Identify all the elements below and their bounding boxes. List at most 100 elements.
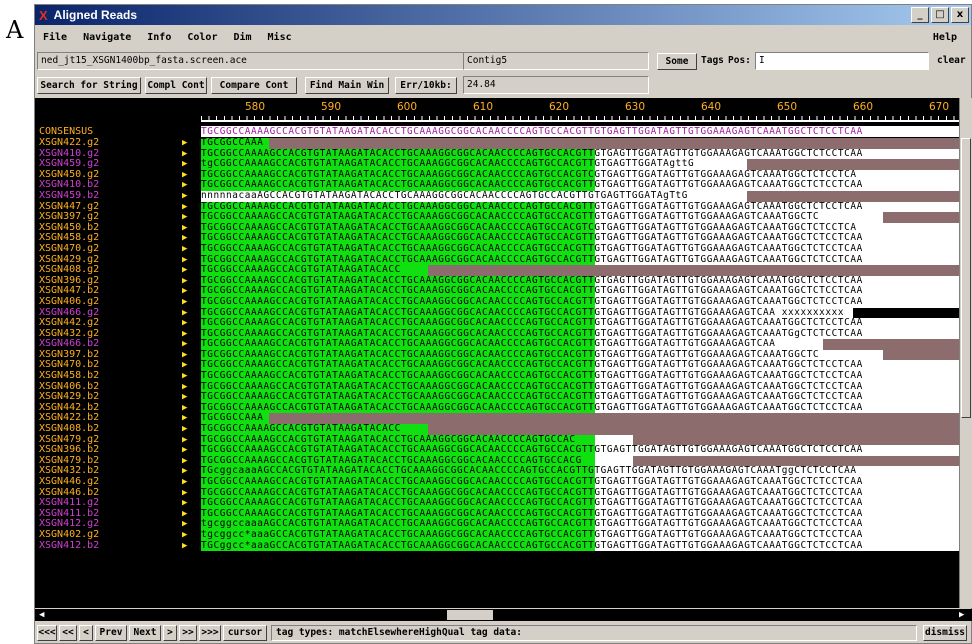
menu-color[interactable]: Color (187, 32, 217, 43)
horizontal-scroll-thumb[interactable] (447, 610, 493, 620)
dismiss-button[interactable]: dismiss (923, 625, 967, 641)
nav-last-button[interactable]: >>> (199, 625, 221, 641)
compare-cont-button[interactable]: Compare Cont (211, 77, 297, 94)
read-row[interactable]: XSGN466.b2 ▶ TGCGGCCAAAAGCCACGTGTATAAGATAC… (35, 339, 959, 350)
read-sequence[interactable]: TGCGGCCAAAAGCCACGTGTATAAGATACACCTGCAAAGG… (201, 339, 959, 350)
read-row[interactable]: XSGN429.g2 ▶ TGCGGCCAAAAGCCACGTGTATAAGATAC… (35, 254, 959, 266)
read-sequence[interactable]: tgcggcc*aaaGCCACGTGTATAAGATACACCTGCAAAGG… (201, 530, 959, 541)
read-row[interactable]: XSGN406.g2 ▶ TGCGGCCAAAAGCCACGTGTATAAGATAC… (35, 296, 959, 308)
read-name[interactable]: XSGN459.b2 (39, 190, 99, 202)
cursor-button[interactable]: cursor (223, 625, 267, 641)
read-row[interactable]: XSGN422.b2 ▶ TGCGGCCAAA (35, 413, 959, 425)
read-row[interactable]: XSGN470.b2 ▶ TGCGGCCAAAAGCCACGTGTATAAGATAC… (35, 360, 959, 372)
read-row[interactable]: XSGN450.b2 ▶ TGCGGCCAAAAGCCACGTGTATAAGATAC… (35, 222, 959, 234)
read-row[interactable]: XSGN411.b2 ▶ TGCGGCCAAAAGCCACGTGTATAAGATAC… (35, 508, 959, 520)
read-row[interactable]: XSGN442.b2 ▶ TGCGGCCAAAAGCCACGTGTATAAGATAC… (35, 402, 959, 414)
read-name[interactable]: XSGN446.g2 (39, 476, 99, 488)
read-row[interactable]: XSGN432.g2 ▶ TGCGGCCAAAAGCCACGTGTATAAGATAC… (35, 328, 959, 340)
minimize-button[interactable]: _ (911, 7, 929, 23)
read-sequence[interactable]: TGCGGCCAAAAGCCACGTGTATAAGATACACCTGCAAAGG… (201, 456, 959, 467)
read-sequence[interactable]: TGCGGCCAAAAGCCACGTGTATAAGATACACCTGCAAAGG… (201, 360, 959, 371)
read-sequence[interactable]: TGCGGCCAAAAGCCACGTGTATAAGATACACCTGCAAAGG… (201, 233, 959, 244)
read-sequence[interactable]: TGCGGCCAAAAGCCACGTGTATAAGATACACCTGCAAAGG… (201, 308, 959, 319)
read-row[interactable]: XSGN397.b2 ▶ TGCGGCCAAAAGCCACGTGTATAAGATAC… (35, 349, 959, 361)
read-sequence[interactable]: TGCGGCCAAAAGCCACGTGTATAAGATACACCTGCAAAGG… (201, 435, 959, 446)
read-row[interactable]: XSGN412.b2 ▶ TGCggcc*aaaGCCACGTGTATAAGATAC… (35, 540, 959, 552)
read-row[interactable]: XSGN458.g2 ▶ TGCGGCCAAAAGCCACGTGTATAAGATAC… (35, 233, 959, 244)
read-sequence[interactable]: nnnnnacaaAGCCACGTGTATAAGATACACCTGCAAAGGC… (201, 191, 959, 202)
read-sequence[interactable]: TGCGGCCAAAAGCCACGTGTATAAGATACACCTGCAAAGG… (201, 297, 959, 308)
nav-forward-page-button[interactable]: >> (179, 625, 197, 641)
menu-dim[interactable]: Dim (233, 32, 251, 43)
read-sequence[interactable]: TGCGGCCAAAAGCCACGTGTATAAGATACACCTGCAAAGG… (201, 488, 959, 499)
menu-navigate[interactable]: Navigate (83, 32, 131, 43)
read-sequence[interactable]: TGCGGCCAAAAGCCACGTGTATAAGATACACCTGCAAAGG… (201, 509, 959, 520)
read-sequence[interactable]: tgCGGCCAAAAGCCACGTGTATAAGATACACCTGCAAAGG… (201, 159, 959, 170)
read-sequence[interactable]: TGCGGCCAAAAGCCACGTGTATAAGATACACCTGCAAAGG… (201, 403, 959, 414)
read-row[interactable]: XSGN410.b2 ▶ TGCGGCCAAAAGCCACGTGTATAAGATAC… (35, 180, 959, 191)
menu-help[interactable]: Help (933, 32, 957, 43)
read-row[interactable]: XSGN459.g2 ▶ tgCGGCCAAAAGCCACGTGTATAAGATAC… (35, 159, 959, 170)
read-row[interactable]: XSGN466.g2 ▶ TGCGGCCAAAAGCCACGTGTATAAGATAC… (35, 307, 959, 319)
read-row[interactable]: XSGN408.g2 ▶ TGCGGCCAAAAGCCACGTGTATAAGATAC… (35, 265, 959, 276)
read-row[interactable]: XSGN412.g2 ▶ tgcggccaaaAGCCACGTGTATAAGATAC… (35, 519, 959, 530)
consensus-sequence[interactable]: TGCGGCCAAAAGCCACGTGTATAAGATACACCTGCAAAGG… (201, 126, 959, 137)
read-row[interactable]: XSGN411.g2 ▶ TGCGGCCAAAAGCCACGTGTATAAGATAC… (35, 498, 959, 509)
read-row[interactable]: XSGN402.g2 ▶ tgcggcc*aaaGCCACGTGTATAAGATAC… (35, 529, 959, 541)
read-row[interactable]: XSGN446.b2 ▶ TGCGGCCAAAAGCCACGTGTATAAGATAC… (35, 487, 959, 499)
read-row[interactable]: XSGN406.b2 ▶ TGCGGCCAAAAGCCACGTGTATAAGATAC… (35, 381, 959, 393)
read-row[interactable]: XSGN446.g2 ▶ TGCGGCCAAAAGCCACGTGTATAAGATAC… (35, 476, 959, 488)
read-row[interactable]: XSGN397.g2 ▶ TGCGGCCAAAAGCCACGTGTATAAGATAC… (35, 212, 959, 223)
close-button[interactable]: x (951, 7, 969, 23)
read-row[interactable]: XSGN422.g2 ▶ TGCGGCCAAA (35, 137, 959, 149)
scroll-left-icon[interactable]: ◀ (39, 609, 44, 621)
read-row[interactable]: XSGN432.b2 ▶ TGcggcaaaAGCCACGTGTATAAGATACA… (35, 466, 959, 477)
read-sequence[interactable]: TGCGGCCAAA (201, 413, 959, 424)
read-row[interactable]: XSGN479.b2 ▶ TGCGGCCAAAAGCCACGTGTATAAGATAC… (35, 455, 959, 467)
read-row[interactable]: XSGN470.g2 ▶ TGCGGCCAAAAGCCACGTGTATAAGATAC… (35, 243, 959, 255)
horizontal-scrollbar[interactable]: ◀ ▶ (35, 609, 972, 621)
next-button[interactable]: Next (129, 625, 161, 641)
read-sequence[interactable]: TGCGGCCAAAAGCCACGTGTATAAGATACACCTGCAAAGG… (201, 223, 959, 234)
read-sequence[interactable]: TGCGGCCAAAAGCCACGTGTATAAGATACACCTGCAAAGG… (201, 371, 959, 382)
search-for-string-button[interactable]: Search for String (37, 77, 141, 94)
nav-forward-button[interactable]: > (163, 625, 177, 641)
menu-misc[interactable]: Misc (268, 32, 292, 43)
read-row[interactable]: XSGN479.g2 ▶ TGCGGCCAAAAGCCACGTGTATAAGATAC… (35, 434, 959, 446)
read-sequence[interactable]: TGCggcc*aaaGCCACGTGTATAAGATACACCTGCAAAGG… (201, 541, 959, 552)
maximize-button[interactable]: □ (931, 7, 949, 23)
read-row[interactable]: XSGN408.b2 ▶ TGCGGCCAAAAGCCACGTGTATAAGATAC… (35, 423, 959, 435)
read-name[interactable]: XSGN402.g2 (39, 529, 99, 541)
vertical-scrollbar[interactable] (959, 98, 972, 608)
read-row[interactable]: XSGN429.b2 ▶ TGCGGCCAAAAGCCACGTGTATAAGATAC… (35, 392, 959, 403)
nav-first-button[interactable]: <<< (37, 625, 57, 641)
read-sequence[interactable]: TGCGGCCAAAAGCCACGTGTATAAGATACACCTGCAAAGG… (201, 350, 959, 361)
read-row[interactable]: XSGN458.b2 ▶ TGCGGCCAAAAGCCACGTGTATAAGATAC… (35, 370, 959, 382)
read-sequence[interactable]: TGCGGCCAAAAGCCACGTGTATAAGATACACCTGCAAAGG… (201, 392, 959, 403)
read-name[interactable]: XSGN470.g2 (39, 243, 99, 255)
pos-input[interactable]: I (755, 52, 929, 70)
read-sequence[interactable]: TGCGGCCAAAAGCCACGTGTATAAGATACACC (201, 424, 959, 435)
read-row[interactable]: XSGN450.g2 ▶ TGCGGCCAAAAGCCACGTGTATAAGATAC… (35, 169, 959, 181)
read-sequence[interactable]: tgcggccaaaAGCCACGTGTATAAGATACACCTGCAAAGG… (201, 519, 959, 530)
read-sequence[interactable]: TGCGGCCAAAAGCCACGTGTATAAGATACACC (201, 265, 959, 276)
compl-cont-button[interactable]: Compl Cont (145, 77, 207, 94)
prev-button[interactable]: Prev (95, 625, 127, 641)
nav-back-page-button[interactable]: << (59, 625, 77, 641)
read-sequence[interactable]: TGCGGCCAAAAGCCACGTGTATAAGATACACCTGCAAAGG… (201, 318, 959, 329)
clear-button[interactable]: clear (937, 52, 966, 70)
read-sequence[interactable]: TGCGGCCAAAAGCCACGTGTATAAGATACACCTGCAAAGG… (201, 255, 959, 266)
read-row[interactable]: XSGN396.g2 ▶ TGCGGCCAAAAGCCACGTGTATAAGATAC… (35, 275, 959, 287)
vertical-scroll-thumb[interactable] (961, 138, 971, 418)
find-main-win-button[interactable]: Find Main Win (305, 77, 389, 94)
read-row[interactable]: XSGN442.g2 ▶ TGCGGCCAAAAGCCACGTGTATAAGATAC… (35, 317, 959, 329)
menu-info[interactable]: Info (147, 32, 171, 43)
menu-file[interactable]: File (43, 32, 67, 43)
read-row[interactable]: XSGN396.b2 ▶ TGCGGCCAAAAGCCACGTGTATAAGATAC… (35, 445, 959, 456)
read-sequence[interactable]: TGCGGCCAAAAGCCACGTGTATAAGATACACCTGCAAAGG… (201, 286, 959, 297)
read-sequence[interactable]: TGCGGCCAAAAGCCACGTGTATAAGATACACCTGCAAAGG… (201, 382, 959, 393)
alignment-view[interactable]: 580 590 600 610 620 630 640 650 660 670 … (35, 98, 959, 608)
read-sequence[interactable]: TGcggcaaaAGCCACGTGTATAAGATACACCTGCAAAGGC… (201, 466, 959, 477)
read-sequence[interactable]: TGCGGCCAAAAGCCACGTGTATAAGATACACCTGCAAAGG… (201, 498, 959, 509)
read-sequence[interactable]: TGCGGCCAAA (201, 138, 959, 149)
